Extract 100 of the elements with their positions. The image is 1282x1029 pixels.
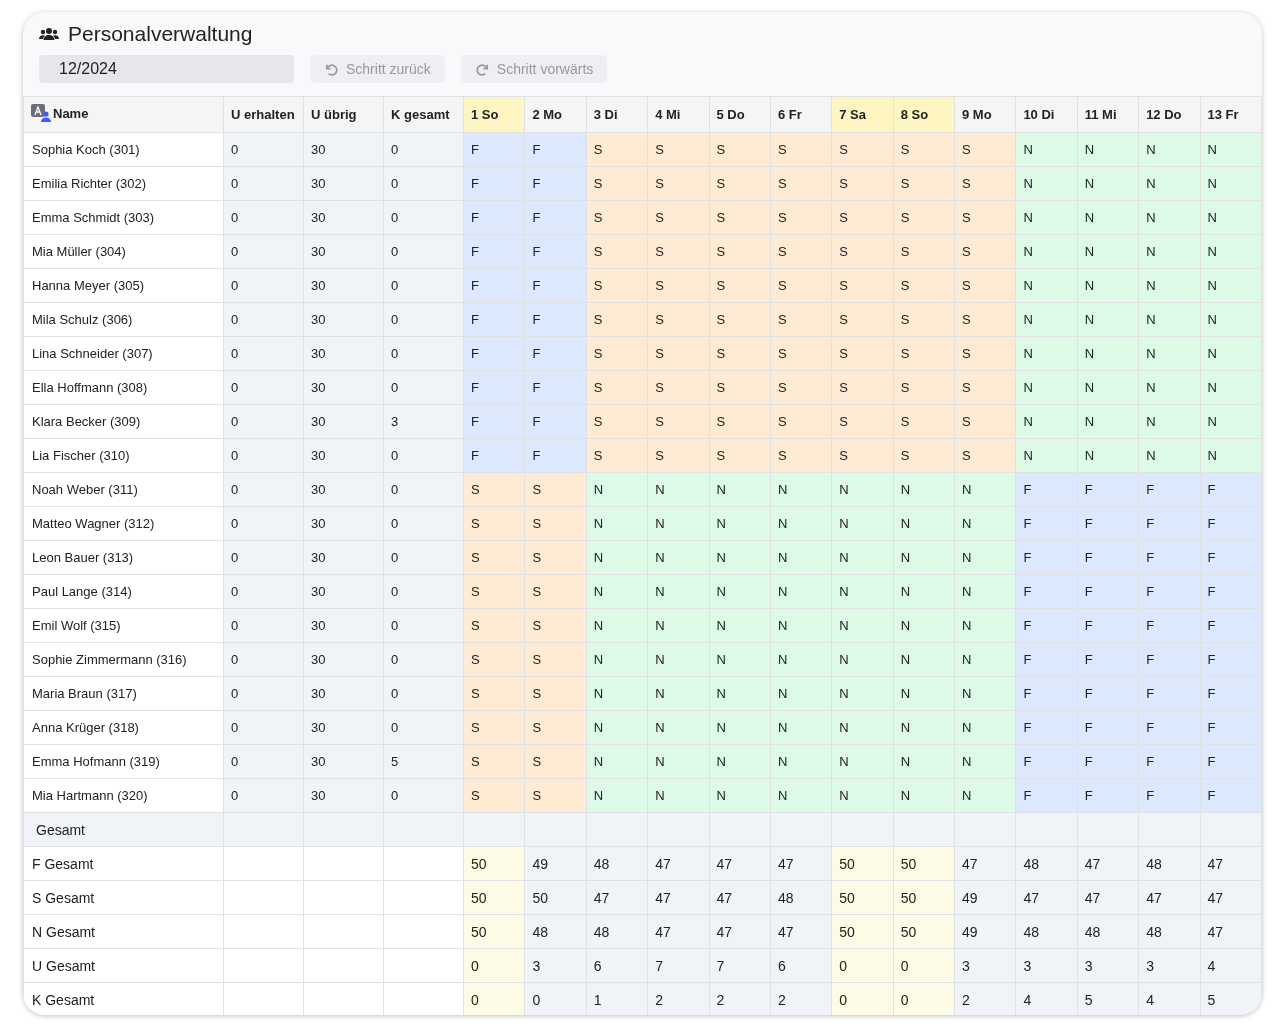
shift-cell[interactable]: N — [1138, 234, 1200, 269]
shift-cell[interactable]: F — [1077, 676, 1139, 711]
shift-cell[interactable]: S — [463, 778, 525, 813]
shift-cell[interactable]: F — [1077, 472, 1139, 507]
shift-cell[interactable]: F — [1200, 540, 1262, 575]
shift-cell[interactable]: N — [954, 506, 1016, 541]
shift-cell[interactable]: S — [893, 234, 955, 269]
shift-cell[interactable]: S — [586, 302, 648, 337]
shift-cell[interactable]: N — [709, 744, 771, 779]
shift-cell[interactable]: F — [1015, 574, 1078, 609]
shift-cell[interactable]: F — [1077, 778, 1139, 813]
shift-cell[interactable]: F — [463, 234, 525, 269]
shift-cell[interactable]: N — [831, 642, 894, 677]
shift-cell[interactable]: F — [1077, 506, 1139, 541]
shift-cell[interactable]: F — [524, 302, 587, 337]
shift-cell[interactable]: S — [954, 438, 1016, 473]
shift-cell[interactable]: S — [463, 676, 525, 711]
shift-cell[interactable]: S — [954, 234, 1016, 269]
shift-cell[interactable]: S — [647, 438, 709, 473]
shift-cell[interactable]: N — [1138, 404, 1200, 439]
shift-cell[interactable]: N — [954, 676, 1016, 711]
shift-cell[interactable]: S — [586, 336, 648, 371]
shift-cell[interactable]: N — [954, 710, 1016, 745]
shift-cell[interactable]: N — [831, 574, 894, 609]
shift-cell[interactable]: S — [463, 642, 525, 677]
shift-cell[interactable]: S — [770, 370, 832, 405]
shift-cell[interactable]: F — [1138, 778, 1200, 813]
column-header[interactable]: U erhalten — [223, 96, 304, 133]
shift-cell[interactable]: S — [831, 234, 894, 269]
shift-cell[interactable]: F — [524, 200, 587, 235]
shift-cell[interactable]: N — [1200, 234, 1262, 269]
shift-cell[interactable]: N — [1015, 200, 1078, 235]
shift-cell[interactable]: S — [524, 472, 587, 507]
shift-cell[interactable]: N — [770, 574, 832, 609]
day-header[interactable]: 1 So — [463, 96, 525, 133]
shift-cell[interactable]: N — [709, 676, 771, 711]
shift-cell[interactable]: S — [954, 166, 1016, 201]
day-header[interactable]: 11 Mi — [1077, 96, 1139, 133]
shift-cell[interactable]: S — [893, 370, 955, 405]
shift-cell[interactable]: F — [463, 302, 525, 337]
shift-cell[interactable]: S — [893, 166, 955, 201]
shift-cell[interactable]: N — [831, 676, 894, 711]
shift-cell[interactable]: N — [1077, 336, 1139, 371]
shift-cell[interactable]: N — [709, 472, 771, 507]
shift-cell[interactable]: N — [1077, 370, 1139, 405]
shift-cell[interactable]: N — [1138, 370, 1200, 405]
shift-cell[interactable]: F — [1138, 642, 1200, 677]
shift-cell[interactable]: N — [1015, 404, 1078, 439]
shift-cell[interactable]: S — [463, 608, 525, 643]
shift-cell[interactable]: N — [1015, 132, 1078, 167]
shift-cell[interactable]: F — [524, 132, 587, 167]
shift-cell[interactable]: N — [1015, 302, 1078, 337]
shift-cell[interactable]: N — [831, 472, 894, 507]
shift-cell[interactable]: N — [1200, 336, 1262, 371]
shift-cell[interactable]: S — [524, 574, 587, 609]
shift-cell[interactable]: N — [1077, 166, 1139, 201]
shift-cell[interactable]: S — [709, 200, 771, 235]
shift-cell[interactable]: N — [1200, 370, 1262, 405]
shift-cell[interactable]: N — [647, 506, 709, 541]
shift-cell[interactable]: S — [586, 370, 648, 405]
day-header[interactable]: 4 Mi — [647, 96, 709, 133]
shift-cell[interactable]: F — [463, 166, 525, 201]
shift-cell[interactable]: F — [524, 404, 587, 439]
shift-cell[interactable]: N — [647, 472, 709, 507]
shift-cell[interactable]: N — [709, 574, 771, 609]
shift-cell[interactable]: N — [954, 608, 1016, 643]
shift-cell[interactable]: N — [709, 778, 771, 813]
shift-cell[interactable]: F — [1015, 506, 1078, 541]
shift-cell[interactable]: S — [954, 404, 1016, 439]
shift-cell[interactable]: N — [709, 642, 771, 677]
shift-cell[interactable]: S — [770, 302, 832, 337]
shift-cell[interactable]: N — [1200, 166, 1262, 201]
shift-cell[interactable]: S — [524, 778, 587, 813]
shift-cell[interactable]: N — [647, 710, 709, 745]
shift-cell[interactable]: F — [524, 336, 587, 371]
shift-cell[interactable]: S — [770, 132, 832, 167]
shift-cell[interactable]: S — [647, 166, 709, 201]
shift-cell[interactable]: N — [893, 540, 955, 575]
shift-cell[interactable]: N — [586, 574, 648, 609]
shift-cell[interactable]: N — [1200, 438, 1262, 473]
shift-cell[interactable]: S — [831, 166, 894, 201]
shift-cell[interactable]: N — [1077, 404, 1139, 439]
shift-cell[interactable]: S — [831, 370, 894, 405]
column-header[interactable]: K gesamt — [383, 96, 464, 133]
shift-cell[interactable]: S — [893, 336, 955, 371]
shift-cell[interactable]: N — [586, 642, 648, 677]
shift-cell[interactable]: F — [1138, 472, 1200, 507]
shift-cell[interactable]: S — [524, 676, 587, 711]
shift-cell[interactable]: S — [893, 200, 955, 235]
shift-cell[interactable]: F — [1138, 574, 1200, 609]
shift-cell[interactable]: N — [893, 506, 955, 541]
shift-cell[interactable]: N — [831, 710, 894, 745]
shift-cell[interactable]: S — [586, 132, 648, 167]
shift-cell[interactable]: S — [831, 268, 894, 303]
shift-cell[interactable]: F — [1015, 710, 1078, 745]
shift-cell[interactable]: N — [770, 642, 832, 677]
shift-cell[interactable]: N — [647, 540, 709, 575]
shift-cell[interactable]: S — [709, 234, 771, 269]
shift-cell[interactable]: N — [1015, 336, 1078, 371]
shift-cell[interactable]: N — [893, 608, 955, 643]
